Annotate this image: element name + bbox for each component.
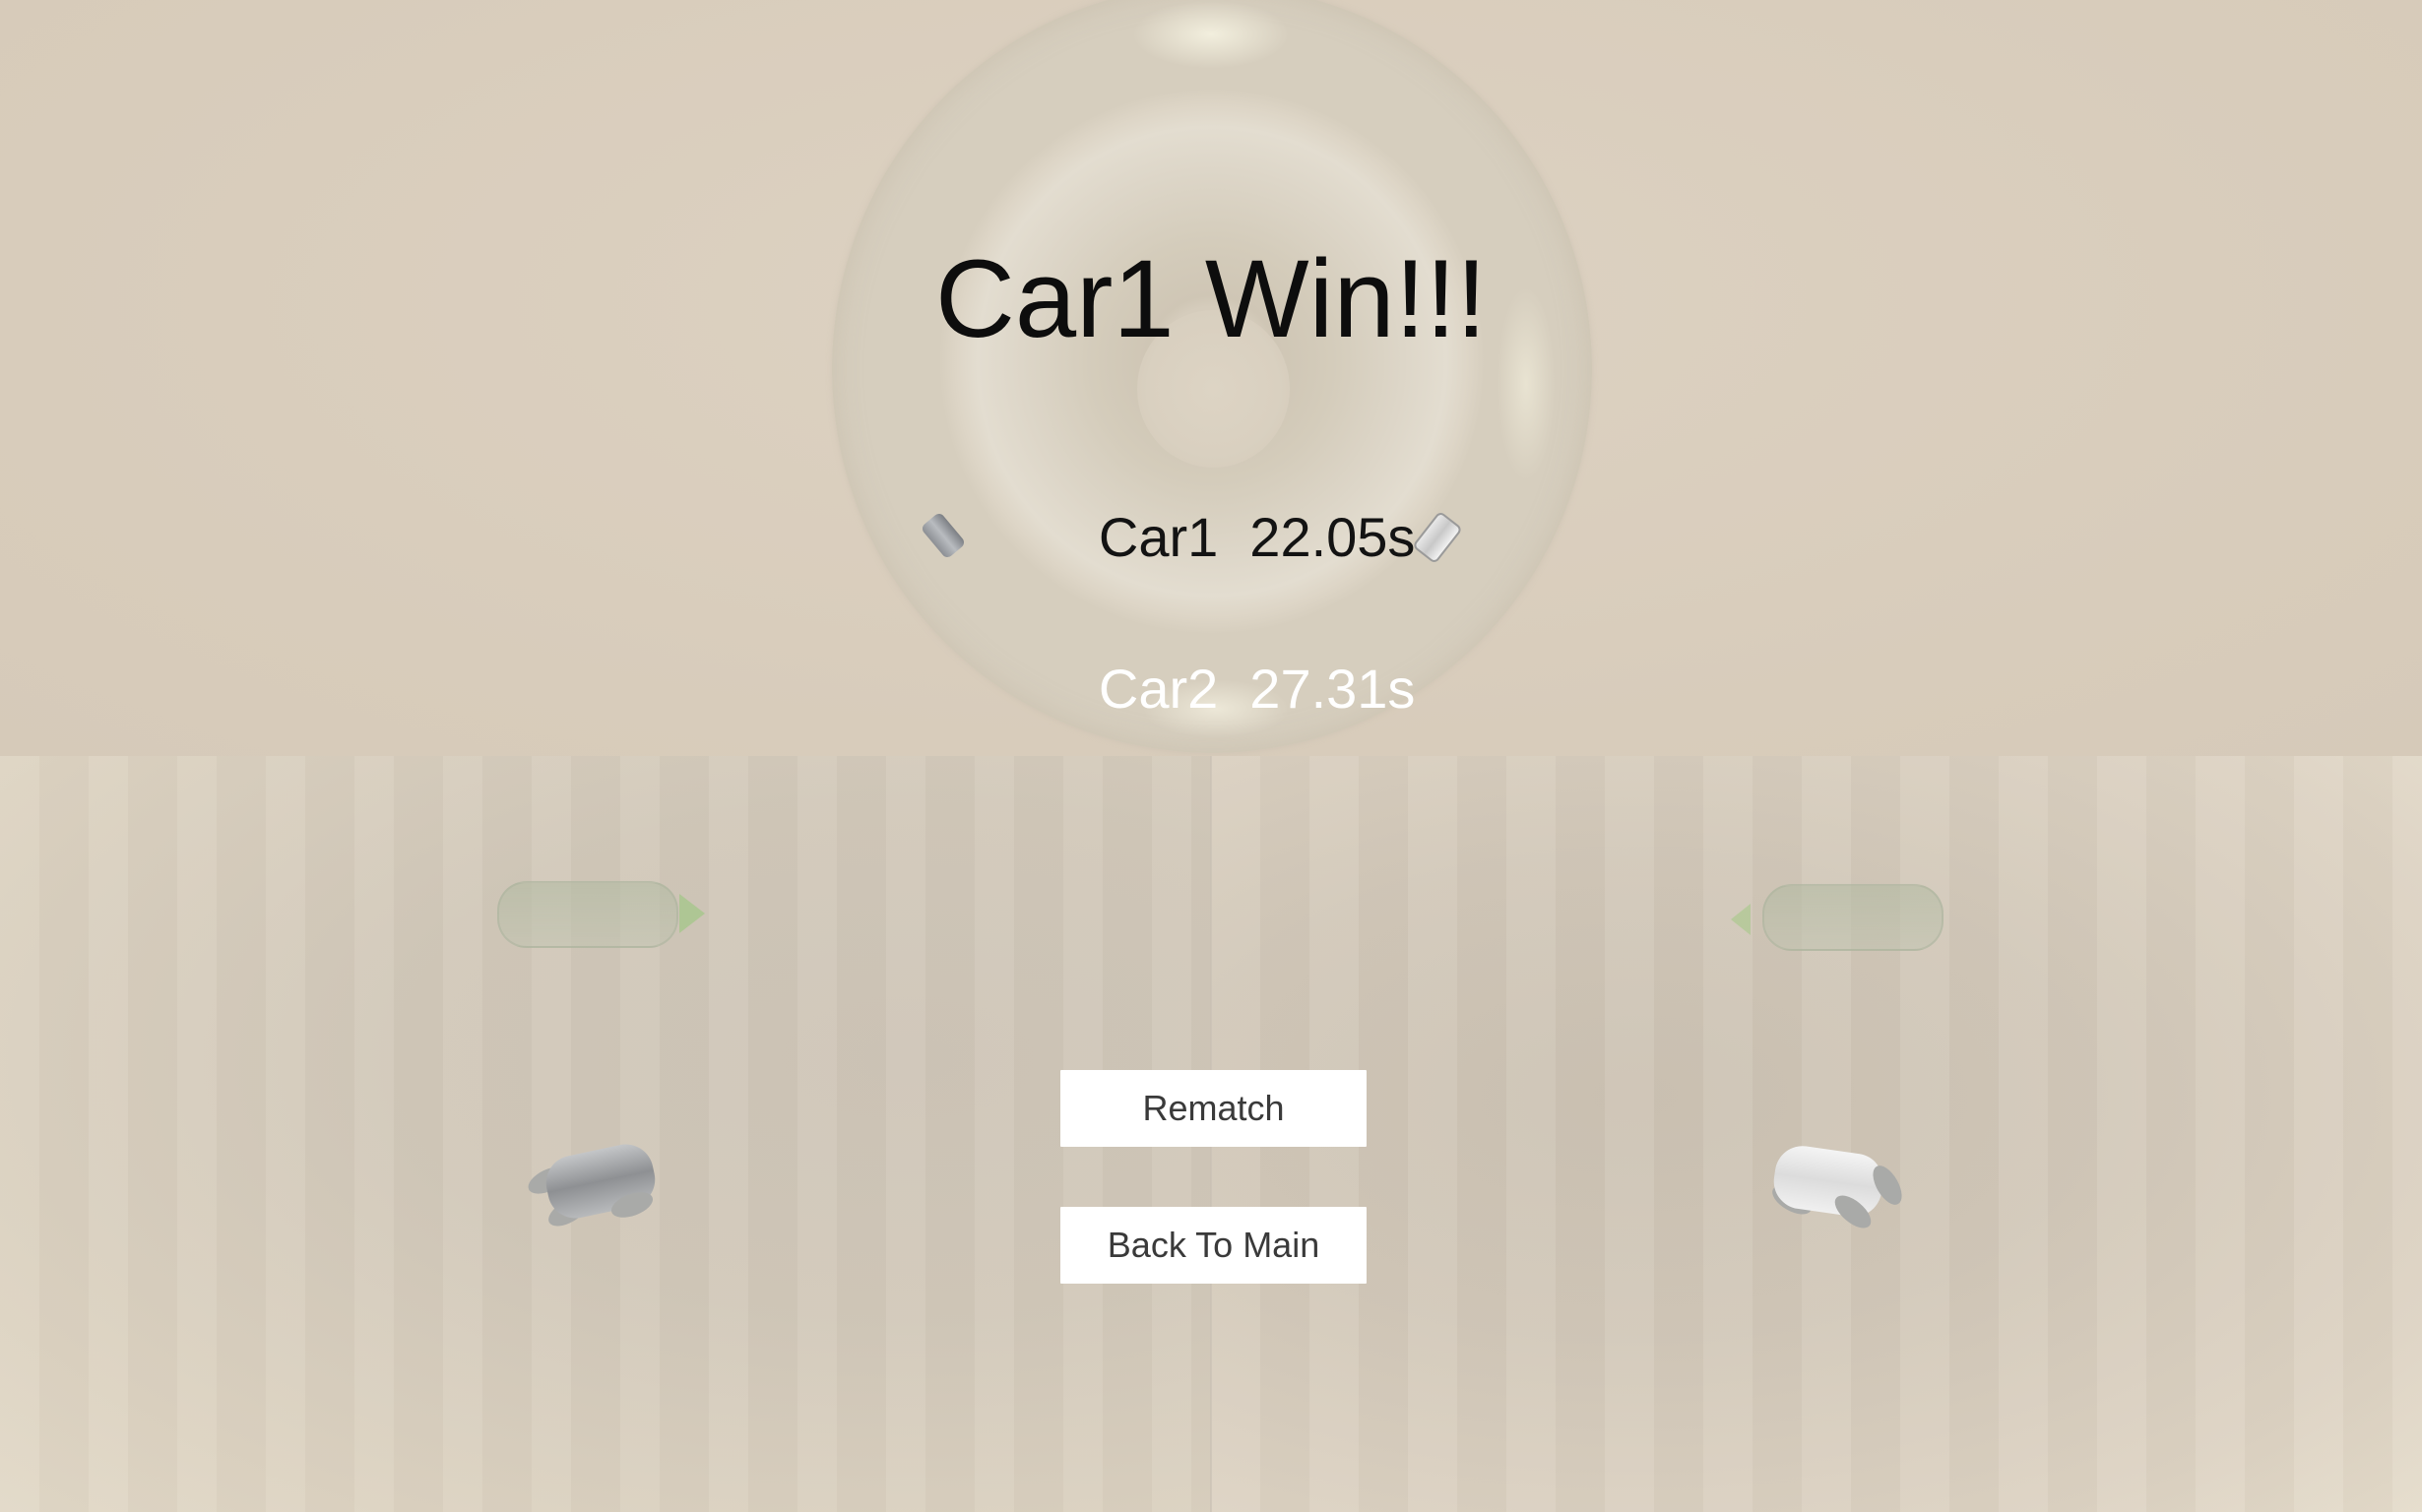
- opponent-direction-arrow: [679, 894, 705, 933]
- car1-time-value: 22.05s: [1249, 506, 1416, 568]
- back-to-main-button[interactable]: Back To Main: [1060, 1207, 1367, 1284]
- rematch-button[interactable]: Rematch: [1060, 1070, 1367, 1147]
- track-highlight: [1132, 0, 1290, 69]
- car2-time-row: Car2 27.31s: [0, 606, 2422, 772]
- opponent-car-ghost: [497, 881, 678, 948]
- opponent-direction-arrow: [1731, 904, 1751, 935]
- car1-name-label: Car1: [1098, 506, 1219, 568]
- game-viewport: Car1 Win!!! Car1 22.05s Car2 27.31s Rematc…: [0, 0, 2422, 1512]
- opponent-car-ghost: [1762, 884, 1944, 951]
- winner-title: Car1 Win!!!: [934, 237, 1488, 360]
- car1-time-row: Car1 22.05s: [0, 455, 2422, 620]
- car2-time-value: 27.31s: [1249, 658, 1416, 720]
- car2-camera-view: [1211, 756, 2422, 1512]
- car2-name-label: Car2: [1098, 658, 1219, 720]
- car1-camera-view: [0, 756, 1211, 1512]
